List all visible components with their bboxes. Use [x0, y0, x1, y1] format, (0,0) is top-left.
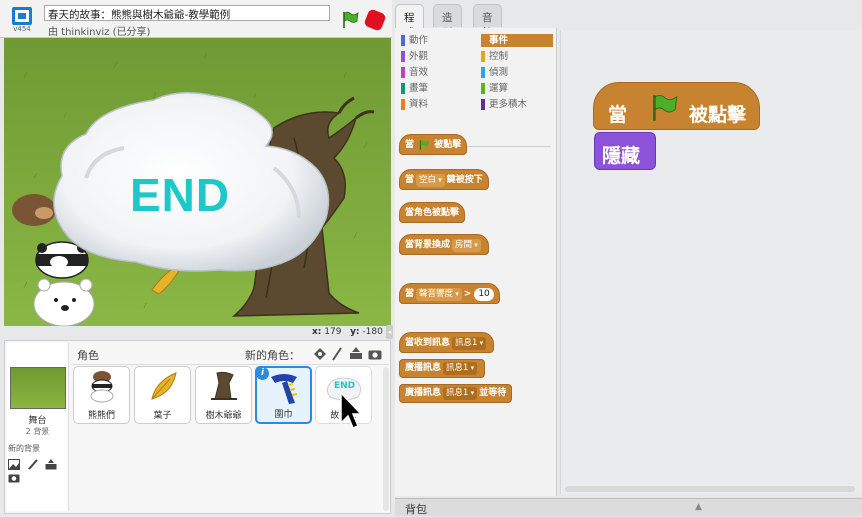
script-when-flag-clicked[interactable]: 當 被點擊 — [593, 82, 760, 130]
block-text: 當收到訊息 — [405, 338, 451, 348]
new-backdrop-tools — [8, 457, 68, 482]
category-motion[interactable]: 動作 — [401, 34, 473, 47]
choose-sprite-icon[interactable] — [313, 348, 327, 360]
tab-scripts[interactable]: 程式 — [395, 4, 424, 39]
bears-thumbnail — [90, 371, 113, 403]
script-hide-block[interactable]: 隱藏 — [594, 132, 656, 170]
block-palette: 動作 事件 外觀 控制 音效 偵測 畫筆 運算 資料 更多積木 當 被點擊 當空… — [395, 28, 557, 496]
block-text: 並等待 — [479, 388, 507, 398]
sprite-card-tree[interactable]: 樹木爺爺 — [195, 366, 252, 424]
sprite-name: 樹木爺爺 — [205, 411, 242, 421]
block-text: 被點擊 — [434, 140, 462, 150]
block-when-loudness-greater[interactable]: 當聲音響度>10 — [399, 283, 500, 304]
end-text: END — [130, 169, 231, 221]
category-more-blocks[interactable]: 更多積木 — [481, 98, 553, 111]
block-when-backdrop-switches[interactable]: 當背景換成 房間 — [399, 234, 489, 255]
category-control[interactable]: 控制 — [481, 50, 553, 63]
choose-backdrop-icon[interactable] — [8, 458, 20, 470]
block-text: 當角色被點擊 — [405, 208, 460, 218]
category-sound[interactable]: 音效 — [401, 66, 473, 79]
green-flag-button[interactable] — [340, 10, 360, 30]
paint-backdrop-icon[interactable] — [27, 458, 39, 470]
sprite-card-leaf[interactable]: 葉子 — [134, 366, 191, 424]
block-text: 鍵被按下 — [446, 175, 483, 185]
camera-backdrop-icon[interactable] — [8, 472, 20, 483]
x-value: 179 — [324, 327, 342, 337]
message-dropdown[interactable]: 訊息1 — [443, 387, 478, 400]
y-value: -180 — [362, 327, 383, 337]
block-text: 當背景換成 — [405, 240, 451, 250]
block-when-key-pressed[interactable]: 當空白鍵被按下 — [399, 169, 489, 190]
sensor-dropdown[interactable]: 聲音響度 — [416, 288, 462, 301]
camera-sprite-icon[interactable] — [368, 348, 382, 360]
stage-thumbnail[interactable]: 舞台 2 背景 — [7, 343, 69, 511]
leaf-thumbnail — [150, 372, 177, 400]
fullscreen-button[interactable]: v454 — [6, 5, 38, 35]
block-broadcast[interactable]: 廣播訊息 訊息1 — [399, 359, 486, 378]
value-input[interactable]: 10 — [474, 288, 494, 301]
sprite-pane: 舞台 2 背景 新的背景 角色 新的角色： 熊熊們 葉子 樹木爺爺 i 圍巾 E… — [4, 340, 391, 514]
mouse-cursor-icon — [340, 391, 361, 429]
project-title-input[interactable]: 春天的故事：熊熊與樹木爺爺-教學範例 — [44, 5, 330, 21]
cloud-thumbnail-text: END — [334, 381, 356, 391]
x-label: x: — [312, 327, 322, 337]
message-dropdown[interactable]: 訊息1 — [452, 337, 487, 350]
paint-sprite-icon[interactable] — [331, 347, 343, 361]
version-label: v454 — [13, 25, 31, 33]
script-area-scrollbar[interactable] — [565, 486, 855, 492]
info-icon[interactable]: i — [256, 367, 269, 380]
block-when-sprite-clicked[interactable]: 當角色被點擊 — [399, 202, 466, 223]
block-text: > — [463, 289, 472, 299]
new-backdrop-label: 新的背景 — [8, 444, 40, 453]
category-events[interactable]: 事件 — [481, 34, 553, 47]
block-when-receive-message[interactable]: 當收到訊息 訊息1 — [399, 332, 495, 353]
fullscreen-icon — [12, 7, 32, 25]
tree-thumbnail — [210, 371, 237, 400]
stage-label: 舞台 — [28, 416, 47, 426]
sprite-name: 圍巾 — [274, 410, 293, 420]
backpack-bar[interactable]: 背包 ▲ — [395, 498, 862, 516]
block-text: 當 — [405, 289, 415, 299]
message-dropdown[interactable]: 訊息1 — [443, 362, 478, 375]
scarf-thumbnail — [270, 374, 297, 404]
sprite-card-scarf[interactable]: i 圍巾 — [255, 366, 312, 424]
category-sensing[interactable]: 偵測 — [481, 66, 553, 79]
backdrop-count: 2 背景 — [25, 427, 50, 436]
tab-sounds[interactable]: 音效 — [473, 4, 502, 39]
key-dropdown[interactable]: 空白 — [416, 174, 445, 187]
sprites-title: 角色 — [77, 349, 99, 362]
sprite-list-header: 角色 新的角色： — [73, 343, 389, 365]
backpack-label: 背包 — [405, 503, 427, 516]
collapse-stage-button[interactable]: ◂ — [386, 325, 393, 339]
block-when-flag-clicked[interactable]: 當 被點擊 — [399, 134, 468, 155]
new-sprite-label: 新的角色： — [245, 349, 300, 362]
block-text: 當 — [608, 104, 628, 126]
green-flag-icon — [419, 139, 429, 150]
author-label: 由 thinkinviz (已分享) — [48, 27, 151, 38]
upload-backdrop-icon[interactable] — [45, 458, 57, 470]
tab-costumes[interactable]: 造型 — [433, 4, 462, 39]
mouse-coordinates: x: 179 y: -180 — [312, 327, 383, 337]
category-data[interactable]: 資料 — [401, 98, 473, 111]
y-label: y: — [350, 327, 360, 337]
upload-sprite-icon[interactable] — [349, 347, 363, 360]
backdrop-dropdown[interactable]: 房間 — [452, 239, 481, 252]
block-text: 廣播訊息 — [405, 388, 442, 398]
category-looks[interactable]: 外觀 — [401, 50, 473, 63]
sprite-name: 熊熊們 — [87, 411, 115, 421]
category-operators[interactable]: 運算 — [481, 82, 553, 95]
block-text: 廣播訊息 — [405, 363, 442, 373]
block-text: 當 — [405, 175, 415, 185]
sprite-card-bears[interactable]: 熊熊們 — [73, 366, 130, 424]
expand-arrow-icon[interactable]: ▲ — [695, 502, 702, 512]
sprite-name: 葉子 — [153, 411, 172, 421]
sprite-list-scrollbar[interactable] — [383, 367, 389, 511]
block-text: 當 — [405, 140, 415, 150]
green-flag-icon — [653, 95, 678, 121]
block-broadcast-and-wait[interactable]: 廣播訊息訊息1並等待 — [399, 384, 513, 403]
category-pen[interactable]: 畫筆 — [401, 82, 473, 95]
stage-canvas[interactable]: END — [4, 38, 391, 326]
stage-thumbnail-image — [9, 367, 66, 409]
block-text: 被點擊 — [689, 104, 747, 126]
